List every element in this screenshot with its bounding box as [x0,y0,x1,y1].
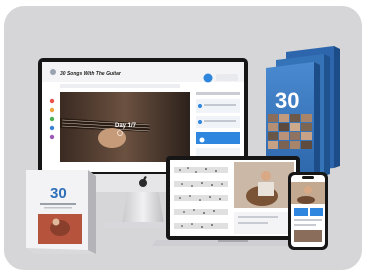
product-bundle-scene: 30 30 Songs With The Guitar Day 1/7 30 [0,0,368,278]
avatar [203,73,213,83]
app-logo-icon [50,69,56,75]
sheet-music [172,162,230,234]
phone-device [288,172,328,250]
course-book: 30 [26,170,96,254]
box-number: 30 [275,88,299,113]
day-label: Day 1/7 [115,123,137,129]
course-title: 30 Songs With The Guitar [60,71,122,77]
bundle-illustration: 30 30 Songs With The Guitar Day 1/7 30 [26,46,340,254]
lesson-tabs [60,84,180,88]
imac-stand [122,188,164,224]
instructor-face [261,171,271,181]
book-number: 30 [50,185,67,202]
